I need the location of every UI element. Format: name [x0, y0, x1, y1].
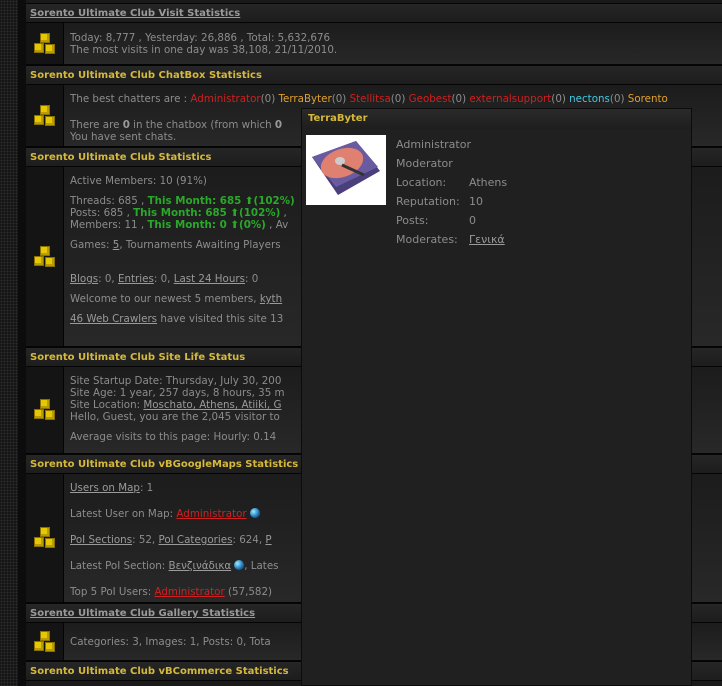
- chatter-link[interactable]: Stellitsa: [350, 93, 391, 105]
- visit-today: Today: 8,777 , Yesterday: 26,886 , Total…: [70, 32, 331, 44]
- top-user-link[interactable]: Administrator: [155, 586, 225, 598]
- chatter-count: (0): [390, 93, 409, 105]
- member-link[interactable]: kyth: [260, 293, 282, 305]
- visit-stats-header[interactable]: Sorento Ultimate Club Visit Statistics: [26, 3, 722, 23]
- chatter-link[interactable]: externalsupport: [469, 93, 551, 105]
- moderates-field: Moderates: Γενικά: [396, 233, 505, 246]
- chatter-count: (0): [260, 93, 279, 105]
- cubes-icon: [26, 367, 64, 453]
- poi-link[interactable]: P: [265, 534, 271, 546]
- role-moderator: Moderator: [396, 157, 453, 170]
- crawlers-link[interactable]: 46 Web Crawlers: [70, 313, 157, 325]
- chatter-link[interactable]: Geobest: [409, 93, 452, 105]
- best-chatters: The best chatters are : Administrator(0)…: [70, 93, 668, 105]
- chatter-count: (0): [451, 93, 470, 105]
- cubes-icon: [26, 23, 64, 64]
- latest-user-link[interactable]: Administrator: [176, 508, 246, 520]
- cubes-icon: [26, 167, 64, 346]
- poi-sections-link[interactable]: PoI Sections: [70, 534, 132, 546]
- globe-icon[interactable]: [234, 560, 245, 570]
- cubes-icon: [26, 623, 64, 660]
- chatbox-stats-header: Sorento Ultimate Club ChatBox Statistics: [26, 65, 722, 85]
- chatter-count: (0): [551, 93, 570, 105]
- visit-stats-link[interactable]: Sorento Ultimate Club Visit Statistics: [30, 8, 240, 19]
- left-border: [0, 0, 18, 686]
- chatter-link[interactable]: Sorento: [628, 93, 668, 105]
- chatter-count: (0): [609, 93, 628, 105]
- reputation-field: Reputation: 10: [396, 195, 483, 208]
- users-on-map-link[interactable]: Users on Map: [70, 482, 140, 494]
- chatter-link[interactable]: Administrator: [190, 93, 260, 105]
- posts-field: Posts: 0: [396, 214, 476, 227]
- moderates-forum-link[interactable]: Γενικά: [469, 233, 505, 246]
- globe-icon[interactable]: [249, 508, 260, 518]
- chatter-link[interactable]: TerraByter: [278, 93, 331, 105]
- up-arrow-icon: ⬆: [226, 219, 239, 231]
- chatter-link[interactable]: nectons: [569, 93, 610, 105]
- location-field: Location: Athens: [396, 176, 508, 189]
- entries-link[interactable]: Entries: [118, 273, 154, 285]
- role-administrator: Administrator: [396, 138, 471, 151]
- popup-username: TerraByter: [302, 109, 691, 129]
- gallery-link[interactable]: Sorento Ultimate Club Gallery Statistics: [30, 608, 255, 619]
- chatter-count: (0): [331, 93, 350, 105]
- user-popup: TerraByter Administrator Moderator Locat…: [301, 108, 692, 686]
- cubes-icon: [26, 85, 64, 146]
- location-link[interactable]: Moschato, Athens, Atiiki, G: [143, 399, 281, 411]
- cubes-icon: [26, 474, 64, 602]
- up-arrow-icon: ⬆: [226, 207, 240, 219]
- poi-categories-link[interactable]: PoI Categories: [158, 534, 232, 546]
- visit-record: The most visits in one day was 38,108, 2…: [70, 44, 338, 56]
- avatar: [306, 135, 386, 205]
- blogs-link[interactable]: Blogs: [70, 273, 98, 285]
- latest-poi-link[interactable]: Βενζινάδικα: [169, 560, 232, 572]
- left-border-dark: [18, 0, 26, 686]
- up-arrow-icon: ⬆: [241, 195, 254, 207]
- last24-link[interactable]: Last 24 Hours: [174, 273, 245, 285]
